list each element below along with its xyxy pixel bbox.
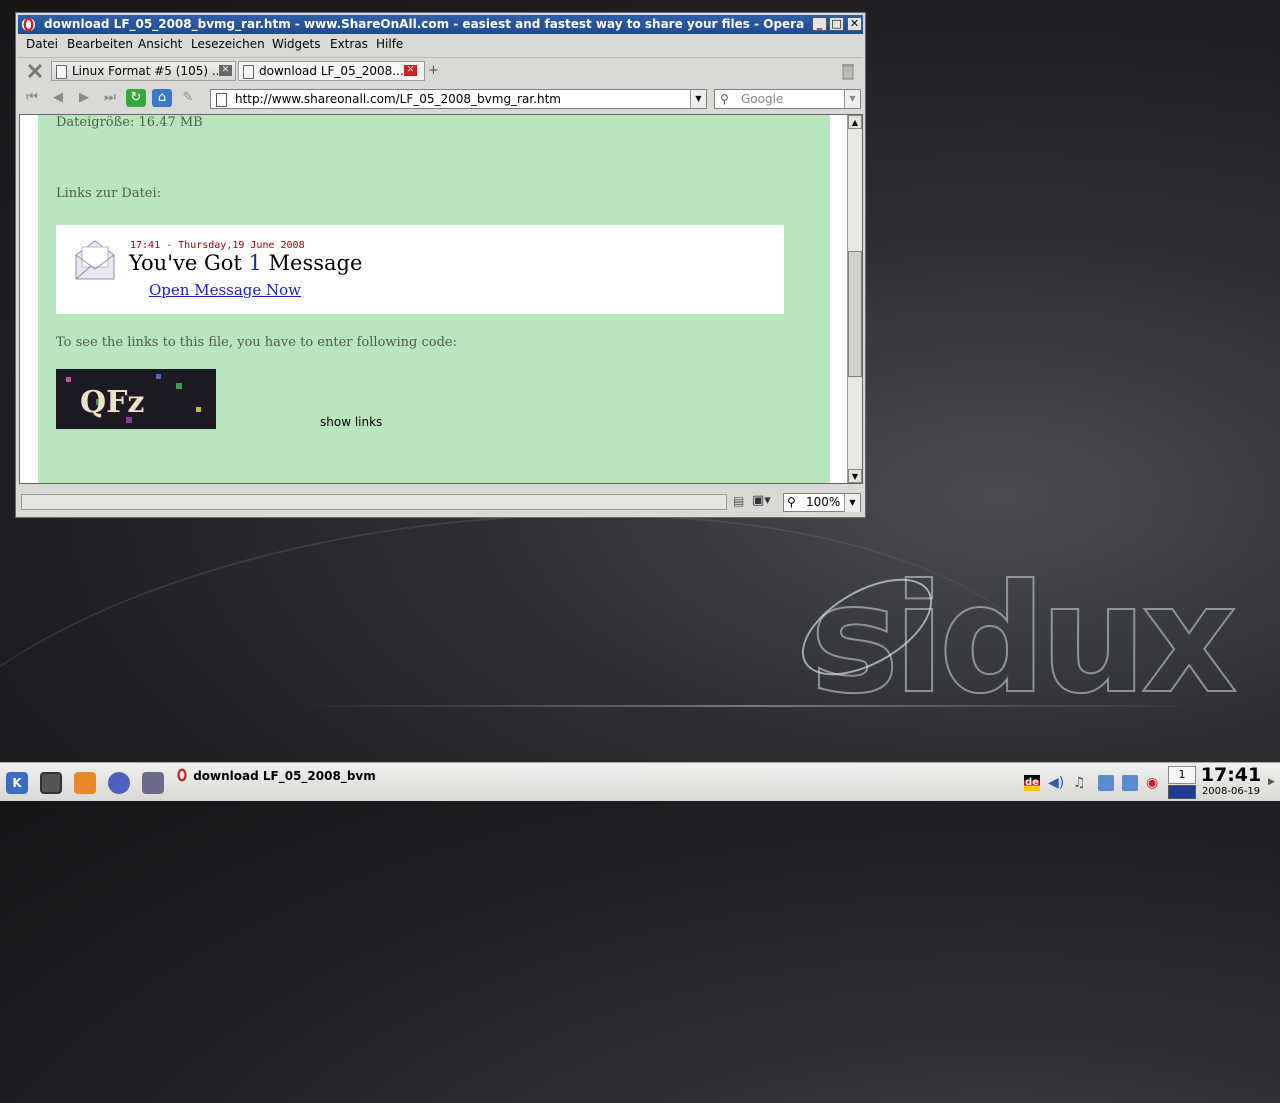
minimize-button[interactable]: _ [812,17,827,31]
menu-widgets[interactable]: Widgets [272,37,321,51]
address-dropdown-icon[interactable]: ▼ [690,90,706,108]
ad-datetime: 17:41 - Thursday,19 June 2008 [130,240,305,251]
search-icon: ⚲ [720,92,729,106]
browser-window: download LF_05_2008_bvmg_rar.htm - www.S… [15,12,866,518]
zoom-control[interactable]: ⚲ 100% ▼ [783,493,861,512]
document-icon [56,65,67,79]
tab-label: download LF_05_2008... [259,64,404,78]
network-icon[interactable] [142,772,164,794]
edit-icon[interactable]: ✎ [178,89,198,107]
forward-icon[interactable]: ▶ [74,89,94,107]
maximize-button[interactable]: □ [829,17,844,31]
page-viewport: Dateigröße: 16.47 MB Links zur Datei: 17… [19,114,863,484]
clock[interactable]: 17:41 2008-06-19 [1198,764,1264,798]
scroll-down-icon[interactable]: ▼ [848,469,862,483]
tab-close-icon[interactable]: ✕ [404,65,417,76]
keyboard-layout-icon[interactable]: de [1024,775,1040,791]
rewind-icon[interactable]: ⏮ [22,89,42,107]
camera-icon[interactable]: ▣▾ [752,493,771,508]
menu-ansicht[interactable]: Ansicht [138,37,182,51]
taskbar-item-opera[interactable]: download LF_05_2008_bvmg [175,766,375,786]
page-icon [216,93,227,107]
home-folder-icon[interactable] [74,772,96,794]
zoom-icon: ⚲ [787,495,796,509]
panel-expand-icon[interactable]: ▶ [1268,777,1275,787]
menu-bearbeiten[interactable]: Bearbeiten [67,37,133,51]
search-field[interactable]: ⚲ Google ▼ [714,89,861,109]
scroll-up-icon[interactable]: ▲ [848,115,862,129]
opera-icon [177,768,187,782]
taskbar: K download LF_05_2008_bvmg de ◀) ♫ ◉ 1 1… [0,762,1280,801]
tools-icon[interactable] [26,62,44,80]
vertical-scrollbar[interactable]: ▲ ▼ [847,115,862,483]
fast-forward-icon[interactable]: ⏭ [100,89,120,107]
home-icon[interactable]: ⌂ [152,89,172,107]
message-ad[interactable]: 17:41 - Thursday,19 June 2008 You've Got… [56,225,784,314]
address-bar[interactable]: http://www.shareonall.com/LF_05_2008_bvm… [210,89,707,109]
opera-tray-icon[interactable]: ◉ [1146,775,1162,791]
open-message-link[interactable]: Open Message Now [149,281,301,299]
tab-bar: Linux Format #5 (105) ... ✕ download LF_… [18,57,863,83]
zoom-value: 100% [806,495,841,509]
menu-bar: Datei Bearbeiten Ansicht Lesezeichen Wid… [18,35,863,55]
menu-extras[interactable]: Extras [330,37,368,51]
terminal-icon[interactable] [40,772,62,794]
tab-download[interactable]: download LF_05_2008... ✕ [238,61,425,81]
status-bar: ▤ ▣▾ ⚲ 100% ▼ [19,491,862,513]
menu-datei[interactable]: Datei [26,37,58,51]
menu-lesezeichen[interactable]: Lesezeichen [191,37,265,51]
menu-hilfe[interactable]: Hilfe [376,37,403,51]
envelope-icon [75,240,115,280]
network-status-icon-2[interactable] [1122,775,1138,791]
captcha-image: QFz [56,369,216,429]
opera-icon [21,17,36,32]
network-status-icon[interactable] [1098,775,1114,791]
ad-headline: You've Got 1 Message [129,251,363,275]
document-icon [243,65,254,79]
desktop-logo: sidux [809,553,1239,727]
kde-menu-icon[interactable]: K [6,772,28,794]
back-icon[interactable]: ◀ [48,89,68,107]
code-prompt: To see the links to this file, you have … [56,335,458,350]
search-placeholder: Google [741,92,784,106]
trash-icon[interactable] [841,62,855,80]
search-dropdown-icon[interactable]: ▼ [844,90,860,108]
desktop-pager[interactable]: 1 [1168,766,1196,784]
close-button[interactable]: ✕ [847,17,862,31]
tab-linux-format[interactable]: Linux Format #5 (105) ... ✕ [51,61,236,81]
show-links-button[interactable]: show links [320,415,382,429]
address-url: http://www.shareonall.com/LF_05_2008_bvm… [235,92,561,106]
zoom-dropdown-icon[interactable]: ▼ [844,494,860,512]
captcha-text: QFz [80,385,145,420]
scroll-thumb[interactable] [848,251,862,377]
clock-time: 17:41 [1200,764,1262,786]
tab-close-icon[interactable]: ✕ [219,65,232,76]
panel-icon[interactable]: ▤ [733,494,744,508]
file-size: Dateigröße: 16.47 MB [56,115,203,130]
desktop-pager-preview[interactable] [1168,785,1196,799]
new-tab-icon[interactable]: + [428,63,439,78]
browser-icon[interactable] [108,772,130,794]
volume-icon[interactable]: ◀) [1048,775,1064,791]
links-heading: Links zur Datei: [56,186,162,201]
navigation-bar: ⏮ ◀ ▶ ⏭ ↻ ⌂ ✎ http://www.shareonall.com/… [18,85,863,111]
headset-icon[interactable]: ♫ [1073,775,1089,791]
reload-icon[interactable]: ↻ [126,89,146,107]
status-field [21,494,727,510]
window-title: download LF_05_2008_bvmg_rar.htm - www.S… [44,17,805,31]
tab-label: Linux Format #5 (105) ... [72,64,224,78]
title-bar[interactable]: download LF_05_2008_bvmg_rar.htm - www.S… [18,15,863,34]
clock-date: 2008-06-19 [1201,786,1261,797]
